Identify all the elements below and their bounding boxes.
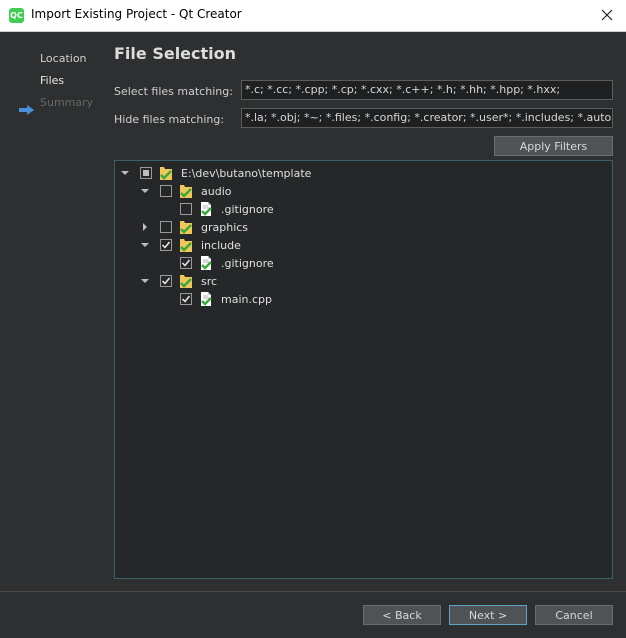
folder-icon (179, 183, 201, 199)
folder-icon (179, 219, 201, 235)
file-icon (199, 291, 221, 307)
folder-icon (159, 165, 181, 181)
file-tree[interactable]: E:\dev\butano\template audio .gitignore gra… (114, 160, 613, 579)
tree-item-checkbox[interactable] (160, 221, 172, 233)
tree-item-label: audio (201, 184, 232, 198)
tree-item-checkbox[interactable] (160, 185, 172, 197)
next-button[interactable]: Next > (449, 605, 527, 625)
page-title: File Selection (114, 44, 237, 63)
wizard-steps: Location Files Summary (0, 32, 104, 590)
tree-item-label: include (201, 238, 241, 252)
expanded-caret-icon[interactable] (140, 186, 150, 196)
current-step-arrow-icon (19, 105, 34, 115)
step-location: Location (40, 52, 87, 65)
hide-files-input[interactable]: *.la; *.obj; *~; *.files; *.config; *.cr… (241, 108, 613, 128)
tree-folder-item[interactable]: graphics (160, 218, 248, 236)
tree-item-label: src (201, 274, 218, 288)
close-icon[interactable] (597, 5, 617, 25)
tree-file-item[interactable]: main.cpp (180, 290, 272, 308)
cancel-button[interactable]: Cancel (535, 605, 613, 625)
collapsed-caret-icon[interactable] (140, 222, 150, 232)
tree-folder-item[interactable]: audio (160, 182, 231, 200)
apply-filters-button[interactable]: Apply Filters (494, 136, 613, 156)
tree-item-label: graphics (201, 220, 249, 234)
footer-divider (0, 591, 626, 592)
tree-folder-item[interactable]: src (160, 272, 217, 290)
step-summary: Summary (40, 96, 94, 109)
window-title: Import Existing Project - Qt Creator (31, 7, 242, 21)
qt-creator-app-icon: QC (9, 8, 24, 23)
expanded-caret-icon[interactable] (140, 240, 150, 250)
title-bar: QC Import Existing Project - Qt Creator (0, 0, 626, 32)
tree-item-label: .gitignore (221, 202, 274, 216)
hide-files-label: Hide files matching: (114, 113, 225, 126)
folder-icon (179, 237, 201, 253)
file-icon (199, 255, 221, 271)
expanded-caret-icon[interactable] (120, 168, 130, 178)
tree-item-checkbox[interactable] (180, 203, 192, 215)
tree-file-item[interactable]: .gitignore (180, 254, 274, 272)
tree-folder-item[interactable]: include (160, 236, 241, 254)
tree-item-label: .gitignore (221, 256, 274, 270)
step-files: Files (40, 74, 65, 87)
tree-file-item[interactable]: .gitignore (180, 200, 274, 218)
tree-item-checkbox[interactable] (180, 257, 192, 269)
select-files-label: Select files matching: (114, 85, 233, 98)
expanded-caret-icon[interactable] (140, 276, 150, 286)
folder-icon (179, 273, 201, 289)
tree-item-checkbox[interactable] (140, 167, 152, 179)
select-files-input[interactable]: *.c; *.cc; *.cpp; *.cp; *.cxx; *.c++; *.… (241, 80, 613, 100)
tree-item-checkbox[interactable] (180, 293, 192, 305)
tree-item-label: main.cpp (221, 292, 272, 306)
tree-item-label: E:\dev\butano\template (181, 166, 312, 180)
tree-item-checkbox[interactable] (160, 275, 172, 287)
file-icon (199, 201, 221, 217)
tree-folder-item[interactable]: E:\dev\butano\template (140, 164, 311, 182)
back-button[interactable]: < Back (363, 605, 441, 625)
tree-item-checkbox[interactable] (160, 239, 172, 251)
